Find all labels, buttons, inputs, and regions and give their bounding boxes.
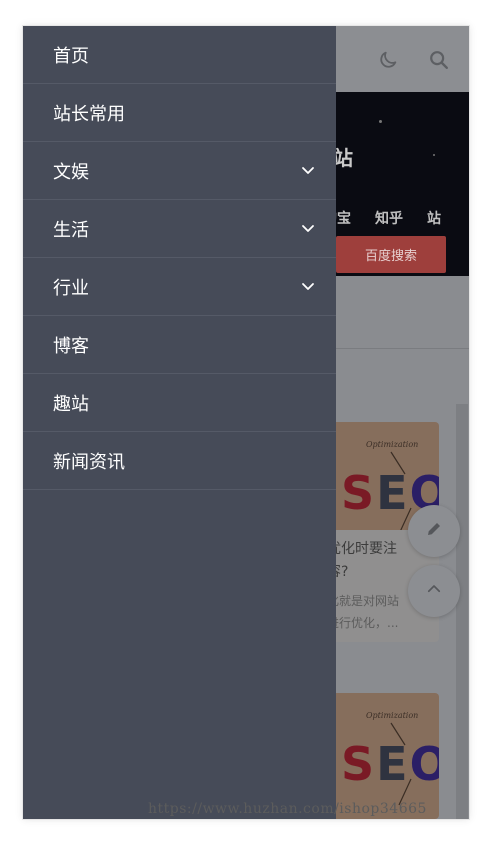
chevron-down-icon[interactable]	[300, 220, 316, 236]
menu-item-webmaster[interactable]: 站长常用	[23, 84, 336, 142]
menu-item-label: 站长常用	[53, 103, 125, 125]
side-drawer: 首页 站长常用 文娱 生活 行业 博客 趣站 新闻资讯	[23, 26, 336, 819]
menu-item-blog[interactable]: 博客	[23, 316, 336, 374]
phone-viewport: 站 淘宝 知乎 站 百度搜索 Optimization SEO 优化时要注 容?…	[23, 26, 469, 819]
back-to-top-button[interactable]	[408, 565, 460, 617]
search-tab[interactable]: 站	[427, 208, 441, 228]
menu-item-life[interactable]: 生活	[23, 200, 336, 258]
menu-item-label: 行业	[53, 277, 89, 299]
menu-item-news[interactable]: 新闻资讯	[23, 432, 336, 490]
site-title-fragment: 站	[333, 146, 353, 170]
menu-item-label: 首页	[53, 45, 89, 67]
edit-button[interactable]	[408, 505, 460, 557]
drawer-menu: 首页 站长常用 文娱 生活 行业 博客 趣站 新闻资讯	[23, 26, 336, 490]
thumbnail-seo-text: SEO	[341, 737, 439, 791]
menu-item-label: 生活	[53, 219, 89, 241]
search-tabs: 淘宝 知乎 站	[323, 208, 441, 228]
search-tab[interactable]: 知乎	[375, 208, 403, 228]
scrollbar[interactable]	[456, 404, 468, 819]
chevron-down-icon[interactable]	[300, 278, 316, 294]
search-submit-button[interactable]: 百度搜索	[336, 236, 446, 273]
moon-icon[interactable]	[376, 48, 400, 72]
menu-item-label: 新闻资讯	[53, 451, 125, 473]
menu-item-label: 文娱	[53, 161, 89, 183]
menu-item-home[interactable]: 首页	[23, 26, 336, 84]
pencil-icon	[425, 520, 443, 542]
chevron-up-icon	[425, 580, 443, 602]
chevron-down-icon[interactable]	[300, 162, 316, 178]
menu-item-label: 趣站	[53, 393, 89, 415]
watermark-url: https://www.huzhan.com/ishop34665	[148, 801, 427, 817]
menu-item-industry[interactable]: 行业	[23, 258, 336, 316]
thumbnail-script-text: Optimization	[366, 711, 419, 720]
thumbnail-script-text: Optimization	[366, 440, 419, 449]
menu-item-label: 博客	[53, 335, 89, 357]
search-icon[interactable]	[427, 48, 451, 72]
menu-item-entertainment[interactable]: 文娱	[23, 142, 336, 200]
menu-item-fun-sites[interactable]: 趣站	[23, 374, 336, 432]
